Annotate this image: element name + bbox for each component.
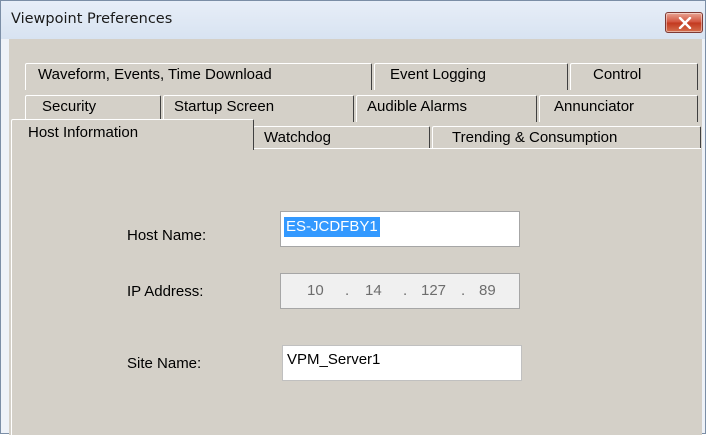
tab-label: Control xyxy=(593,66,642,83)
host-name-label: Host Name: xyxy=(127,227,207,244)
tab-control[interactable]: Control xyxy=(570,63,698,90)
tab-security[interactable]: Security xyxy=(25,95,161,122)
close-button[interactable] xyxy=(665,12,703,33)
ip-separator: . xyxy=(345,282,350,299)
tab-label: Event Logging xyxy=(390,66,486,83)
tab-host-information[interactable]: Host Information xyxy=(11,119,254,150)
host-name-input[interactable]: ES-JCDFBY1 xyxy=(280,211,520,247)
tab-annunciator[interactable]: Annunciator xyxy=(539,95,698,122)
ip-address-label: IP Address: xyxy=(127,283,204,300)
host-name-value: ES-JCDFBY1 xyxy=(284,217,380,237)
title-bar[interactable]: Viewpoint Preferences xyxy=(1,1,705,39)
ip-separator: . xyxy=(403,282,408,299)
tab-audible-alarms[interactable]: Audible Alarms xyxy=(356,95,537,122)
ip-separator: . xyxy=(461,282,466,299)
close-icon xyxy=(678,17,692,29)
tab-label: Host Information xyxy=(28,124,139,141)
tab-label: Annunciator xyxy=(554,98,635,115)
ip-octet-2: 14 xyxy=(365,282,382,299)
window-title: Viewpoint Preferences xyxy=(11,11,173,27)
site-name-input[interactable]: VPM_Server1 xyxy=(282,345,522,381)
tab-event-logging[interactable]: Event Logging xyxy=(374,63,568,90)
site-name-label: Site Name: xyxy=(127,355,202,372)
tab-label: Startup Screen xyxy=(174,98,275,115)
ip-octet-4: 89 xyxy=(479,282,496,299)
host-information-panel: Host Name: ES-JCDFBY1 IP Address: 10 . 1… xyxy=(11,148,701,435)
ip-octet-3: 127 xyxy=(421,282,447,299)
tab-waveform-events-time-download[interactable]: Waveform, Events, Time Download xyxy=(25,63,372,90)
preferences-window: Viewpoint Preferences Waveform, Events, … xyxy=(0,0,706,435)
ip-octet-1: 10 xyxy=(307,282,324,299)
tab-label: Trending & Consumption xyxy=(452,129,618,146)
tab-startup-screen[interactable]: Startup Screen xyxy=(163,95,354,122)
tab-label: Watchdog xyxy=(264,129,331,146)
tab-label: Waveform, Events, Time Download xyxy=(38,66,272,83)
tab-label: Audible Alarms xyxy=(367,98,468,115)
dialog-client-area: Waveform, Events, Time Download Event Lo… xyxy=(9,39,702,435)
ip-address-field[interactable]: 10 . 14 . 127 . 89 xyxy=(280,273,520,309)
tab-label: Security xyxy=(42,98,97,115)
site-name-value: VPM_Server1 xyxy=(287,351,381,368)
